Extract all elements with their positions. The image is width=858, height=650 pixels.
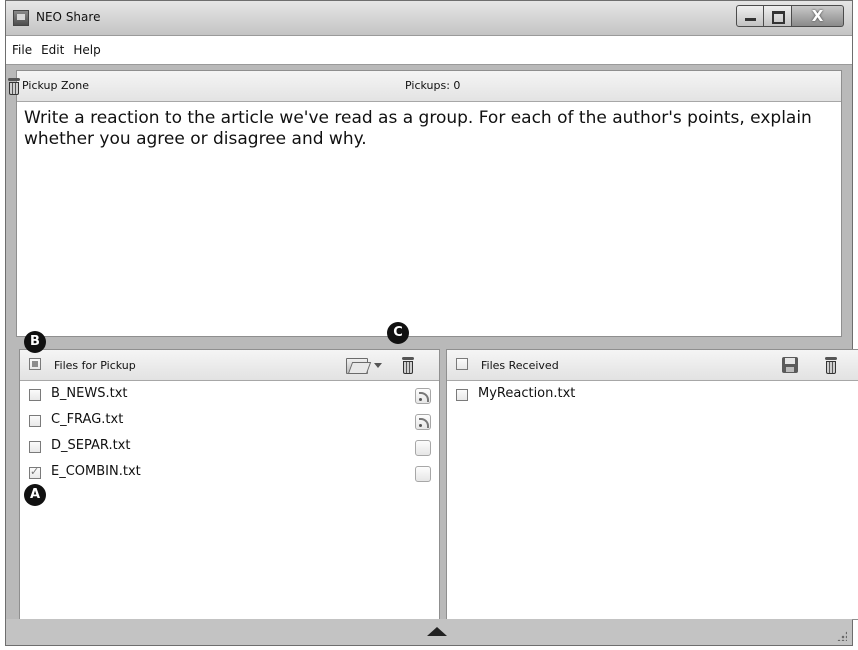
collapse-up-icon[interactable] (427, 627, 447, 636)
menu-bar: File Edit Help (6, 36, 852, 65)
menu-edit[interactable]: Edit (41, 36, 64, 64)
title-bar[interactable]: NEO Share X (6, 1, 852, 36)
trash-icon[interactable] (824, 357, 838, 374)
rss-icon[interactable] (415, 388, 431, 404)
file-checkbox[interactable] (29, 441, 41, 453)
app-icon (13, 10, 29, 26)
files-received-header: Files Received (447, 350, 858, 381)
minimize-button[interactable] (736, 5, 764, 27)
list-item[interactable]: E_COMBIN.txt (20, 462, 439, 484)
list-item[interactable]: MyReaction.txt (447, 384, 858, 406)
files-for-pickup-panel: Files for Pickup B_NEWS.txt C_FRAG.txt D… (19, 349, 440, 620)
pickup-zone-header: Pickup Zone Pickups: 0 (8, 71, 841, 102)
pickup-zone-text: Write a reaction to the article we've re… (24, 108, 812, 149)
neo-share-window: NEO Share X File Edit Help Pickup Zone Pic… (5, 0, 858, 646)
maximize-button[interactable] (764, 5, 792, 27)
window-title: NEO Share (36, 10, 101, 24)
file-name: D_SEPAR.txt (51, 438, 131, 453)
status-bar (6, 619, 852, 645)
file-name: E_COMBIN.txt (51, 464, 141, 479)
pickup-zone-title: Pickup Zone (22, 79, 89, 92)
files-received-panel: Files Received MyReaction.txt (446, 349, 858, 620)
file-checkbox[interactable] (29, 465, 41, 479)
chevron-down-icon[interactable] (374, 363, 382, 368)
files-for-pickup-header: Files for Pickup (20, 350, 439, 381)
list-item[interactable]: B_NEWS.txt (20, 384, 439, 406)
file-name: MyReaction.txt (478, 386, 576, 401)
file-checkbox[interactable] (456, 389, 468, 401)
select-all-checkbox[interactable] (29, 358, 41, 370)
menu-file[interactable]: File (12, 36, 32, 64)
empty-icon[interactable] (415, 466, 431, 482)
callout-marker-a: A (24, 484, 46, 506)
files-for-pickup-title: Files for Pickup (54, 359, 136, 372)
close-button[interactable]: X (792, 5, 844, 27)
menu-help[interactable]: Help (73, 36, 100, 64)
trash-icon[interactable] (7, 78, 21, 95)
file-name: B_NEWS.txt (51, 386, 128, 401)
close-icon: X (811, 7, 824, 25)
save-icon[interactable] (782, 357, 798, 373)
window-controls: X (736, 5, 844, 29)
empty-icon[interactable] (415, 440, 431, 456)
list-item[interactable]: C_FRAG.txt (20, 410, 439, 432)
file-name: C_FRAG.txt (51, 412, 124, 427)
open-folder-icon[interactable] (346, 356, 368, 374)
select-all-received-checkbox[interactable] (456, 358, 468, 370)
trash-icon[interactable] (401, 357, 415, 374)
list-item[interactable]: D_SEPAR.txt (20, 436, 439, 458)
callout-marker-c: C (387, 322, 409, 344)
file-checkbox[interactable] (29, 389, 41, 401)
pickup-zone: Pickup Zone Pickups: 0 Write a reaction … (8, 70, 842, 337)
rss-icon[interactable] (415, 414, 431, 430)
files-received-title: Files Received (481, 359, 559, 372)
pickups-count: Pickups: 0 (405, 79, 461, 92)
callout-marker-b: B (24, 331, 46, 353)
resize-grip-icon[interactable] (837, 631, 847, 641)
file-checkbox[interactable] (29, 415, 41, 427)
